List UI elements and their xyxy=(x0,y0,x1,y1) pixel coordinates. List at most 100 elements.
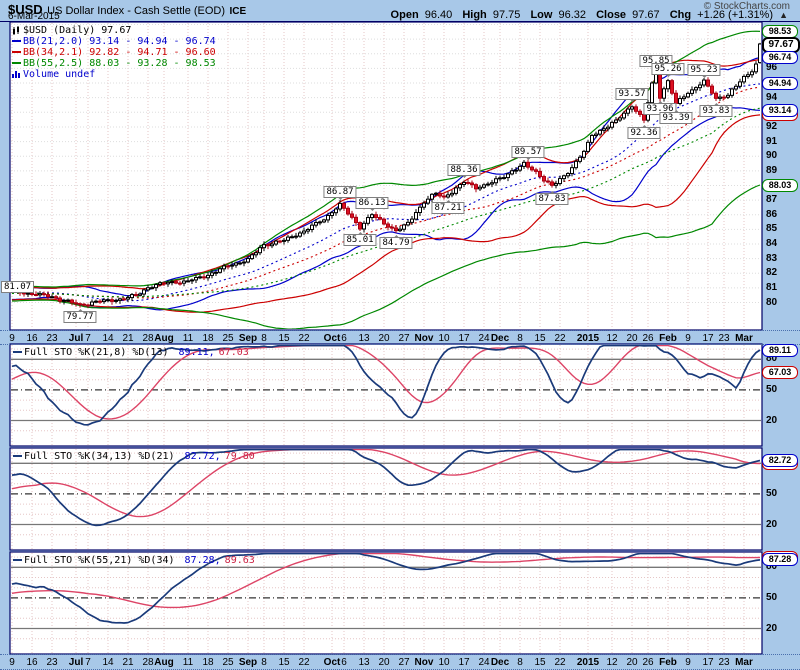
date-tick: 18 xyxy=(202,333,213,344)
price-tick: 80 xyxy=(766,297,777,309)
close-label: Close xyxy=(596,9,626,21)
date-tick: 18 xyxy=(202,657,213,668)
date-tick: 20 xyxy=(378,333,389,344)
indicator-tick: 20 xyxy=(766,623,777,635)
date-tick: Nov xyxy=(415,333,434,344)
date-tick: 8 xyxy=(261,333,267,344)
indicator-badge: 67.03 xyxy=(762,366,798,379)
date-tick: 25 xyxy=(222,657,233,668)
indicator-badge: 89.11 xyxy=(762,344,798,357)
date-tick: 16 xyxy=(26,333,37,344)
date-tick: 23 xyxy=(718,657,729,668)
date-tick: Sep xyxy=(239,333,257,344)
date-tick: Dec xyxy=(491,333,509,344)
legend-row-bb21: BB(21,2.0) 93.14 - 94.94 - 96.74 xyxy=(12,36,216,47)
date-tick: 14 xyxy=(102,333,113,344)
date-tick: 8 xyxy=(261,657,267,668)
panel1-k-value: 89.11, xyxy=(179,347,215,358)
open-label: Open xyxy=(391,9,419,21)
date-tick: 15 xyxy=(278,657,289,668)
price-tick: 85 xyxy=(766,223,777,235)
date-tick: 11 xyxy=(183,657,193,668)
date-tick: Dec xyxy=(491,657,509,668)
price-tick: 81 xyxy=(766,282,777,294)
date-tick: Jul xyxy=(69,333,83,344)
date-tick: 16 xyxy=(26,657,37,668)
date-tick: 24 xyxy=(478,333,489,344)
date-tick: 27 xyxy=(398,657,409,668)
date-tick: 25 xyxy=(222,333,233,344)
date-tick: 24 xyxy=(478,657,489,668)
k-line-swatch xyxy=(13,559,22,561)
indicator-tick: 50 xyxy=(766,488,777,500)
close-value: 97.67 xyxy=(632,9,660,21)
price-tick: 86 xyxy=(766,209,777,221)
date-tick: 23 xyxy=(718,333,729,344)
price-tick: 94 xyxy=(766,92,777,104)
price-tick: 87 xyxy=(766,194,777,206)
stockcharts-chart: $USD US Dollar Index - Cash Settle (EOD)… xyxy=(0,0,800,670)
legend-bb34: BB(34,2.1) 92.82 - 94.71 - 96.60 xyxy=(23,47,216,58)
indicator-tick: 20 xyxy=(766,415,777,427)
pivot-label: 88.36 xyxy=(447,164,480,176)
date-tick: 11 xyxy=(183,333,193,344)
price-badge: 93.14 xyxy=(762,104,798,117)
bb21-line-swatch xyxy=(12,40,21,42)
date-tick: 15 xyxy=(278,333,289,344)
panel3-k-value: 87.28, xyxy=(185,555,221,566)
volume-bars-icon xyxy=(12,70,21,78)
panel1-legend: Full STO %K(21,8) %D(13) 89.11,67.03 xyxy=(13,347,249,358)
legend-bb21: BB(21,2.0) 93.14 - 94.94 - 96.74 xyxy=(23,36,216,47)
pivot-label: 85.01 xyxy=(343,234,376,246)
pivot-label: 92.36 xyxy=(627,127,660,139)
low-value: 96.32 xyxy=(559,9,587,21)
price-tick: 84 xyxy=(766,238,777,250)
title-text: US Dollar Index - Cash Settle (EOD) xyxy=(47,5,225,17)
date-tick: 14 xyxy=(102,657,113,668)
date-tick: 8 xyxy=(517,333,523,344)
pivot-label: 79.77 xyxy=(63,311,96,323)
date-tick: Mar xyxy=(735,657,753,668)
date-tick: 23 xyxy=(46,333,57,344)
date-tick: 15 xyxy=(534,333,545,344)
price-badge: 98.53 xyxy=(762,25,798,38)
legend-row-volume: Volume undef xyxy=(12,69,216,80)
date-tick: 17 xyxy=(702,657,713,668)
panel2-legend-text: Full STO %K(34,13) %D(21) xyxy=(24,451,175,462)
date-tick: Aug xyxy=(154,657,173,668)
pivot-label: 93.83 xyxy=(699,105,732,117)
indicator-tick: 20 xyxy=(766,519,777,531)
date-tick: 7 xyxy=(85,333,91,344)
pivot-label: 87.83 xyxy=(535,193,568,205)
price-tick: 90 xyxy=(766,150,777,162)
date-tick: Sep xyxy=(239,657,257,668)
price-badge: 96.74 xyxy=(762,51,798,64)
date-tick: 22 xyxy=(554,657,565,668)
panel1-d-value: 67.03 xyxy=(219,347,249,358)
date-tick: Jul xyxy=(69,657,83,668)
price-tick: 96 xyxy=(766,62,777,74)
date-tick: 20 xyxy=(626,333,637,344)
date-tick: 17 xyxy=(458,657,469,668)
pivot-label: 86.87 xyxy=(323,186,356,198)
date-tick: 17 xyxy=(458,333,469,344)
panel2-d-value: 79.80 xyxy=(225,451,255,462)
indicator-badge: 82.72 xyxy=(762,454,798,467)
high-label: High xyxy=(462,9,486,21)
date-tick: 13 xyxy=(358,333,369,344)
chg-label: Chg xyxy=(670,9,691,21)
date-tick: 17 xyxy=(702,333,713,344)
price-tick: 82 xyxy=(766,267,777,279)
legend-row-price: $USD (Daily) 97.67 xyxy=(12,25,216,36)
date-tick: 28 xyxy=(142,333,153,344)
date-tick: 2015 xyxy=(577,657,599,668)
date-tick: 28 xyxy=(142,657,153,668)
up-arrow-icon: ▲ xyxy=(779,10,788,20)
date-tick: Oct xyxy=(324,657,341,668)
quote-row: Open 96.40 High 97.75 Low 96.32 Close 97… xyxy=(391,9,788,21)
date-tick: Oct xyxy=(324,333,341,344)
indicator-tick: 50 xyxy=(766,592,777,604)
date-tick: 21 xyxy=(122,657,133,668)
pivot-label: 84.79 xyxy=(379,237,412,249)
price-tick: 89 xyxy=(766,165,777,177)
